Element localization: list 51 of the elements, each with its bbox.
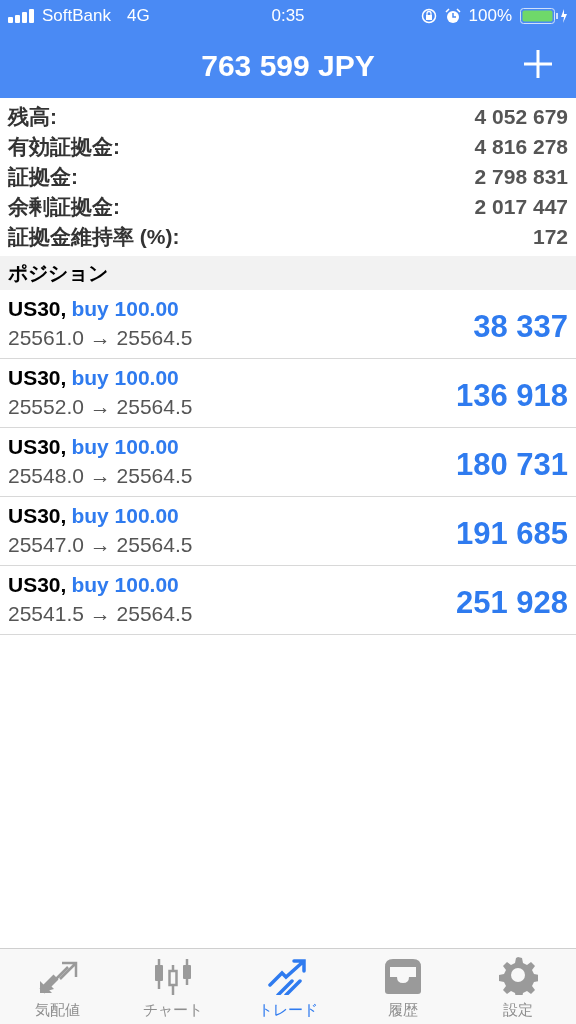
- status-time: 0:35: [271, 5, 305, 28]
- position-row[interactable]: US30, buy 100.00 25548.0 → 25564.5 180 731: [0, 428, 576, 497]
- summary-value: 172: [532, 224, 568, 251]
- plus-icon: [522, 48, 554, 80]
- summary-label: 余剰証拠金:: [8, 194, 120, 221]
- symbol-label: US30,: [8, 503, 67, 529]
- section-header: ポジション: [8, 261, 108, 286]
- add-button[interactable]: [522, 48, 554, 80]
- price-range: 25561.0 → 25564.5: [8, 325, 193, 351]
- battery-percent: 100%: [468, 5, 512, 28]
- price-range: 25541.5 → 25564.5: [8, 601, 193, 627]
- carrier-name: SoftBank: [42, 5, 111, 28]
- symbol-label: US30,: [8, 296, 67, 322]
- summary-label: 残高:: [8, 104, 57, 131]
- balance-title: 763 599 JPY: [201, 47, 375, 84]
- rotation-lock-icon: [420, 8, 437, 24]
- candlestick-icon: [152, 956, 193, 995]
- price-range: 25548.0 → 25564.5: [8, 463, 193, 489]
- summary-label: 証拠金維持率 (%):: [8, 224, 180, 251]
- order-label: buy 100.00: [71, 296, 179, 322]
- order-label: buy 100.00: [71, 365, 179, 391]
- profit-value: 180 731: [455, 445, 568, 484]
- summary-label: 有効証拠金:: [8, 134, 120, 161]
- summary-label: 証拠金:: [8, 164, 78, 191]
- symbol-label: US30,: [8, 434, 67, 460]
- profit-value: 251 928: [455, 583, 568, 622]
- position-row[interactable]: US30, buy 100.00 25547.0 → 25564.5 191 685: [0, 497, 576, 566]
- tray-icon: [383, 956, 424, 995]
- profit-value: 191 685: [455, 514, 568, 553]
- settings-icon: [498, 954, 539, 995]
- price-range: 25547.0 → 25564.5: [8, 532, 193, 558]
- order-label: buy 100.00: [71, 503, 179, 529]
- summary-value: 2 798 831: [474, 164, 568, 191]
- profit-value: 136 918: [455, 376, 568, 415]
- price-range: 25552.0 → 25564.5: [8, 394, 193, 420]
- summary-value: 2 017 447: [474, 194, 568, 221]
- trend-line-icon: [268, 958, 308, 995]
- position-row[interactable]: US30, buy 100.00 25541.5 → 25564.5 251 928: [0, 566, 576, 635]
- summary-value: 4 816 278: [474, 134, 568, 161]
- position-row[interactable]: US30, buy 100.00 25552.0 → 25564.5 136 918: [0, 359, 576, 428]
- alarm-icon: [444, 8, 461, 24]
- position-row[interactable]: US30, buy 100.00 25561.0 → 25564.5 38 337: [0, 290, 576, 359]
- order-label: buy 100.00: [71, 434, 179, 460]
- order-label: buy 100.00: [71, 572, 179, 598]
- symbol-label: US30,: [8, 365, 67, 391]
- battery-icon: [520, 8, 568, 24]
- profit-value: 38 337: [473, 307, 568, 346]
- network-type: 4G: [127, 5, 150, 28]
- symbol-label: US30,: [8, 572, 67, 598]
- tab[interactable]: トレード: [230, 949, 346, 1024]
- summary-value: 4 052 679: [474, 104, 568, 131]
